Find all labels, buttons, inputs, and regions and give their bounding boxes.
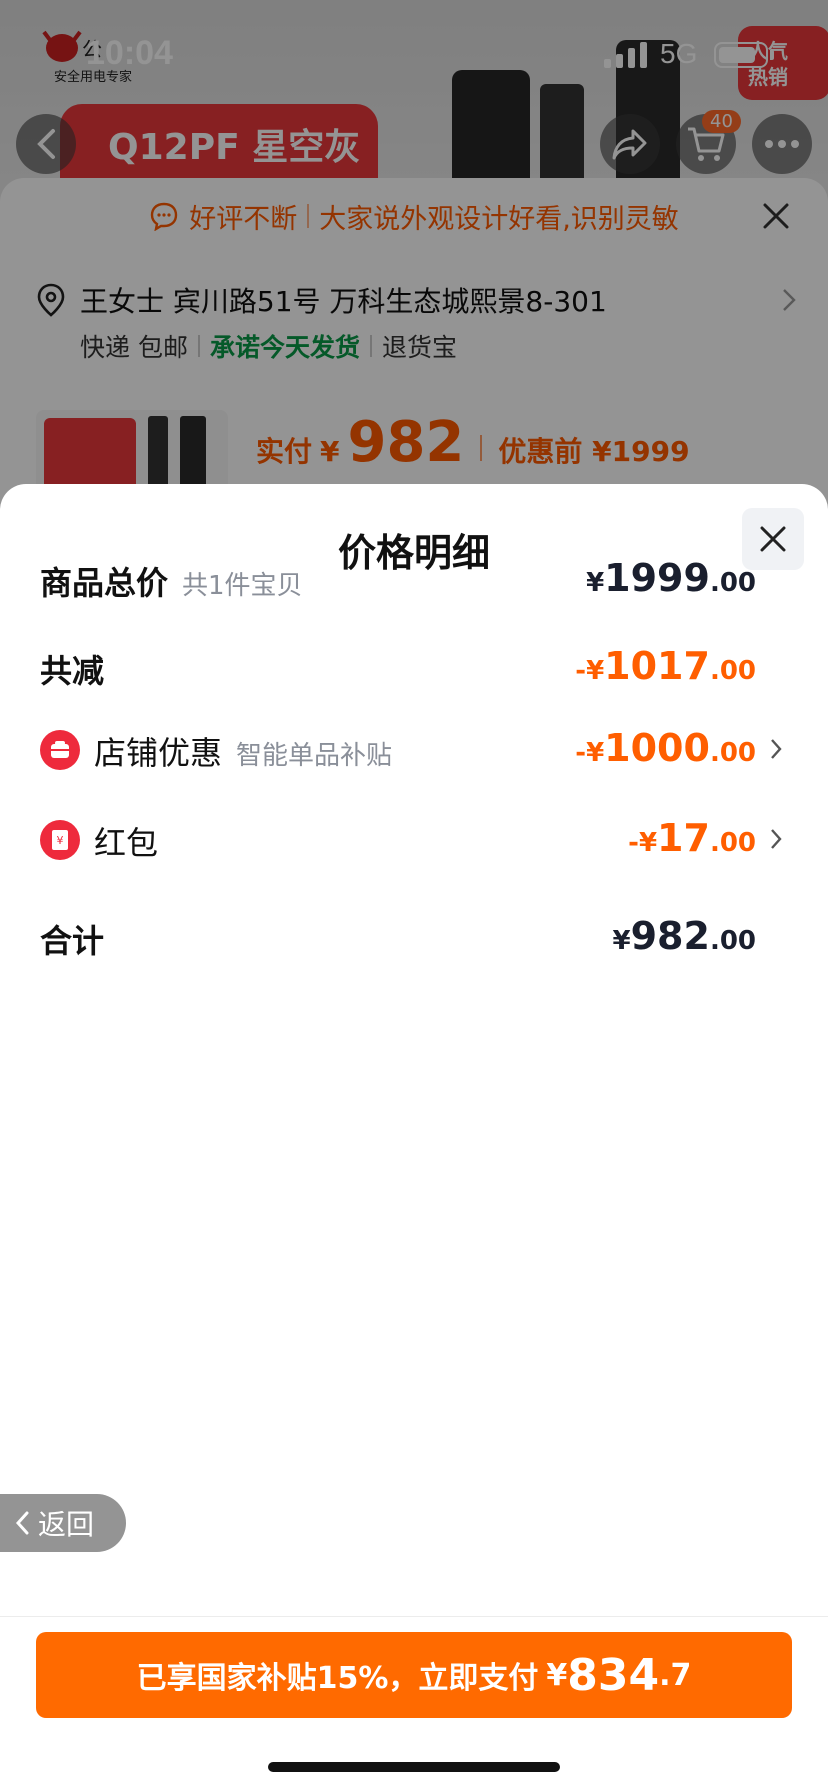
sum-label: 合计 — [40, 922, 105, 960]
row-red-packet[interactable]: ¥ 红包 -¥17.00 — [40, 816, 782, 866]
red-packet-label: 红包 — [94, 824, 159, 862]
currency-symbol: -¥ — [575, 738, 605, 768]
amount-decimal: .00 — [709, 656, 756, 686]
pay-button-text: 已享国家补贴15%，立即支付 — [136, 1661, 539, 1696]
return-button[interactable]: 返回 — [0, 1494, 126, 1552]
amount-decimal: .00 — [709, 738, 756, 768]
pay-currency: ¥ — [546, 1657, 568, 1693]
shop-icon — [40, 730, 80, 770]
sum-amount: ¥982.00 — [613, 914, 756, 958]
pay-amount-decimal: .7 — [659, 1657, 692, 1693]
row-shop-discount[interactable]: 店铺优惠 智能单品补贴 -¥1000.00 — [40, 726, 782, 776]
chevron-right-icon — [771, 829, 782, 849]
return-label: 返回 — [38, 1508, 95, 1541]
row-total-discount: 共减 -¥1017.00 — [40, 644, 756, 694]
row-label: 店铺优惠 智能单品补贴 — [94, 728, 392, 774]
total-discount-amount: -¥1017.00 — [575, 644, 756, 688]
chevron-right-icon — [771, 739, 782, 759]
amount-integer: 1000 — [604, 726, 710, 770]
red-packet-amount: -¥17.00 — [628, 816, 756, 860]
amount-decimal: .00 — [709, 828, 756, 858]
shop-discount-sub: 智能单品补贴 — [236, 741, 393, 771]
price-detail-sheet: 价格明细 商品总价 共1件宝贝 ¥1999.00 共减 -¥1017.00 店铺优… — [0, 484, 828, 1792]
amount-integer: 982 — [630, 914, 710, 958]
row-sum: 合计 ¥982.00 — [40, 914, 756, 964]
dim-overlay[interactable] — [0, 0, 828, 520]
shop-discount-amount: -¥1000.00 — [575, 726, 756, 770]
amount-integer: 17 — [657, 816, 710, 860]
currency-symbol: ¥ — [612, 926, 631, 956]
amount-integer: 1017 — [604, 644, 710, 688]
shop-discount-label: 店铺优惠 — [94, 734, 223, 772]
pay-amount-integer: 834 — [567, 1649, 660, 1701]
goods-total-label: 商品总价 — [40, 564, 169, 602]
goods-total-amount: ¥1999.00 — [586, 556, 756, 600]
currency-symbol: -¥ — [575, 656, 605, 686]
pay-button[interactable]: 已享国家补贴15%，立即支付 ¥ 834 .7 — [36, 1632, 792, 1718]
currency-symbol: -¥ — [628, 828, 658, 858]
divider — [0, 1616, 828, 1617]
row-label: 商品总价 共1件宝贝 — [40, 558, 303, 604]
svg-text:¥: ¥ — [57, 834, 64, 847]
close-icon — [760, 526, 786, 552]
amount-decimal: .00 — [709, 568, 756, 598]
red-packet-icon: ¥ — [40, 820, 80, 860]
home-indicator[interactable] — [268, 1762, 560, 1772]
amount-decimal: .00 — [709, 926, 756, 956]
total-discount-label: 共减 — [40, 652, 105, 690]
currency-symbol: ¥ — [586, 568, 605, 598]
goods-count: 共1件宝贝 — [182, 571, 303, 601]
chevron-left-icon — [15, 1511, 29, 1535]
amount-integer: 1999 — [604, 556, 710, 600]
row-goods-total: 商品总价 共1件宝贝 ¥1999.00 — [40, 556, 756, 606]
